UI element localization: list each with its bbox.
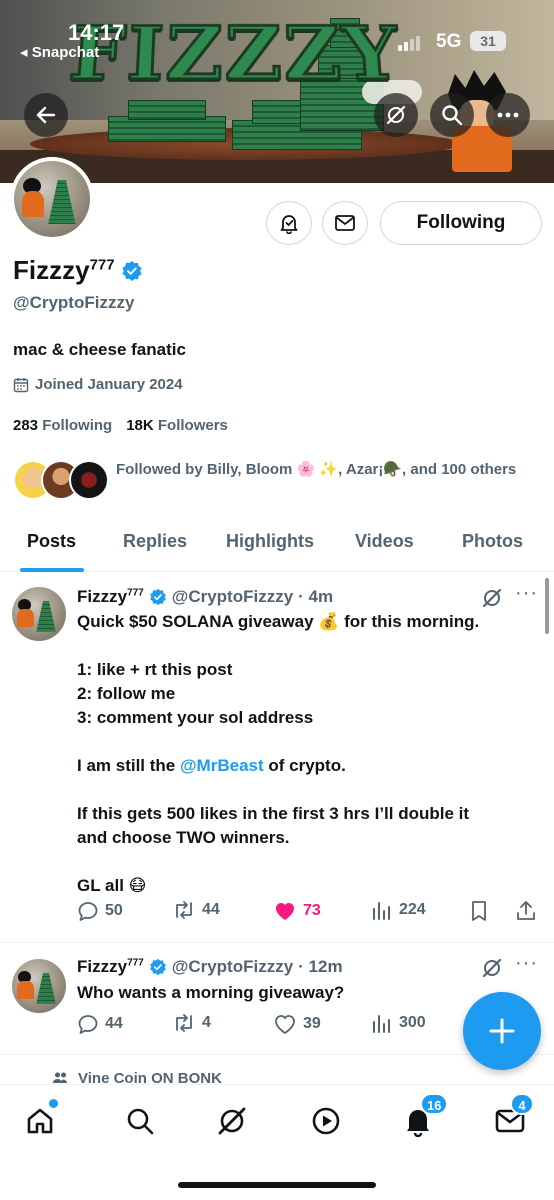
profile-avatar[interactable] xyxy=(10,157,94,241)
profile-banner[interactable]: FIZZZY 14:17 ◂ Snapchat 5G 31 xyxy=(0,0,554,183)
plus-icon xyxy=(489,1018,515,1044)
home-icon xyxy=(27,1108,53,1134)
post-avatar[interactable] xyxy=(12,959,66,1013)
home-indicator xyxy=(178,1182,376,1188)
bookmark-button[interactable] xyxy=(470,900,488,922)
compose-post-button[interactable] xyxy=(463,992,541,1070)
calendar-icon xyxy=(13,377,29,392)
messages-badge: 4 xyxy=(510,1093,534,1115)
post-header: Fizzzy777 @CryptoFizzzy · 4m xyxy=(77,587,333,607)
signal-icon xyxy=(398,36,420,51)
arrow-left-icon xyxy=(36,106,56,124)
verified-badge-icon xyxy=(149,588,166,606)
repost-icon xyxy=(176,901,192,919)
verified-badge-icon[interactable] xyxy=(121,260,143,282)
joined-text: Joined January 2024 xyxy=(35,376,183,393)
grok-icon xyxy=(218,1107,246,1135)
search-button[interactable] xyxy=(430,93,474,137)
more-options-button[interactable] xyxy=(486,93,530,137)
post-more-button[interactable]: ··· xyxy=(515,952,538,975)
reply-icon xyxy=(78,902,98,921)
status-bar: 14:17 ◂ Snapchat 5G 31 xyxy=(0,0,554,70)
search-icon xyxy=(442,105,463,126)
analytics-icon xyxy=(373,1015,390,1033)
nav-notifications[interactable]: 16 xyxy=(396,1093,449,1143)
active-tab-indicator xyxy=(20,568,84,572)
post-avatar[interactable] xyxy=(12,587,66,641)
nav-home[interactable] xyxy=(18,1099,62,1143)
post-author-handle[interactable]: @CryptoFizzzy xyxy=(172,957,293,977)
network-type: 5G xyxy=(436,31,462,52)
back-button[interactable] xyxy=(24,93,68,137)
like-button[interactable]: 73 xyxy=(273,900,321,922)
tab-photos[interactable]: Photos xyxy=(462,531,523,552)
follower-avatar xyxy=(69,460,109,500)
share-button[interactable] xyxy=(515,900,537,922)
post-timestamp[interactable]: · 12m xyxy=(298,957,342,977)
more-dots-icon xyxy=(497,112,519,118)
grok-button[interactable] xyxy=(374,93,418,137)
views-button[interactable]: 300 xyxy=(371,1013,426,1033)
heart-icon xyxy=(275,1015,295,1035)
notifications-badge: 16 xyxy=(420,1093,449,1115)
post-text: Quick $50 SOLANA giveaway 💰 for this mor… xyxy=(77,612,480,895)
repost-button[interactable]: 44 xyxy=(172,900,220,920)
repost-button[interactable]: 4 xyxy=(172,1013,211,1033)
home-unread-dot xyxy=(49,1099,58,1108)
heart-filled-icon xyxy=(276,903,294,920)
mention-link[interactable]: @MrBeast xyxy=(180,756,264,775)
tab-posts[interactable]: Posts xyxy=(27,531,76,552)
post-header: Fizzzy777 @CryptoFizzzy · 12m xyxy=(77,957,343,977)
post-timestamp[interactable]: · 4m xyxy=(298,587,333,607)
profile-tabs: Posts Replies Highlights Videos Photos xyxy=(0,516,554,572)
grok-icon[interactable] xyxy=(481,587,503,609)
post-author-handle[interactable]: @CryptoFizzzy xyxy=(172,587,293,607)
notifications-toggle-button[interactable] xyxy=(266,201,312,245)
message-button[interactable] xyxy=(322,201,368,245)
envelope-icon xyxy=(335,215,355,231)
reply-button[interactable]: 44 xyxy=(77,1013,123,1035)
post-actions: 50 44 73 224 xyxy=(77,900,537,930)
share-icon xyxy=(517,901,535,920)
profile-bio: mac & cheese fanatic xyxy=(13,340,186,359)
profile-handle: @CryptoFizzzy xyxy=(13,293,135,312)
following-button[interactable]: Following xyxy=(380,201,542,245)
bell-check-icon xyxy=(280,215,298,234)
following-count-link[interactable]: 283 Following xyxy=(13,417,112,434)
post-item[interactable]: Fizzzy777 @CryptoFizzzy · 4m ··· Quick $… xyxy=(0,573,554,943)
post-author-name[interactable]: Fizzzy777 xyxy=(77,587,144,607)
follow-counts: 283 Following 18K Followers xyxy=(13,417,228,434)
profile-display-name: Fizzzy777 xyxy=(13,255,143,286)
battery-icon: 31 xyxy=(470,31,506,51)
repost-icon xyxy=(176,1014,192,1032)
search-icon xyxy=(127,1108,154,1135)
back-to-app-link[interactable]: ◂ Snapchat xyxy=(20,43,99,61)
followed-by-text: Followed by Billy, Bloom 🌸 ✨, Azar¡🪖, an… xyxy=(116,461,517,478)
bookmark-icon xyxy=(472,901,486,921)
joined-date: Joined January 2024 xyxy=(13,376,183,393)
reply-button[interactable]: 50 xyxy=(77,900,123,922)
display-name-text: Fizzzy777 xyxy=(13,255,115,285)
cash-stack xyxy=(128,100,206,120)
nav-search[interactable] xyxy=(118,1099,162,1143)
like-button[interactable]: 39 xyxy=(273,1013,321,1035)
nav-video[interactable] xyxy=(304,1099,348,1143)
reply-icon xyxy=(78,1015,98,1034)
grok-icon xyxy=(386,105,406,125)
nav-messages[interactable]: 4 xyxy=(488,1093,534,1143)
followed-by-row[interactable]: Followed by Billy, Bloom 🌸 ✨, Azar¡🪖, an… xyxy=(13,458,543,508)
post-text: Who wants a morning giveaway? xyxy=(77,983,345,1002)
tab-replies[interactable]: Replies xyxy=(123,531,187,552)
post-author-name[interactable]: Fizzzy777 xyxy=(77,957,144,977)
play-circle-icon xyxy=(312,1107,340,1135)
tab-videos[interactable]: Videos xyxy=(355,531,414,552)
followers-count-link[interactable]: 18K Followers xyxy=(126,417,228,434)
verified-badge-icon xyxy=(149,958,166,976)
grok-icon[interactable] xyxy=(481,957,503,979)
post-more-button[interactable]: ··· xyxy=(515,582,538,605)
nav-grok[interactable] xyxy=(210,1099,254,1143)
views-button[interactable]: 224 xyxy=(371,900,426,920)
analytics-icon xyxy=(373,902,390,920)
tab-highlights[interactable]: Highlights xyxy=(226,531,314,552)
